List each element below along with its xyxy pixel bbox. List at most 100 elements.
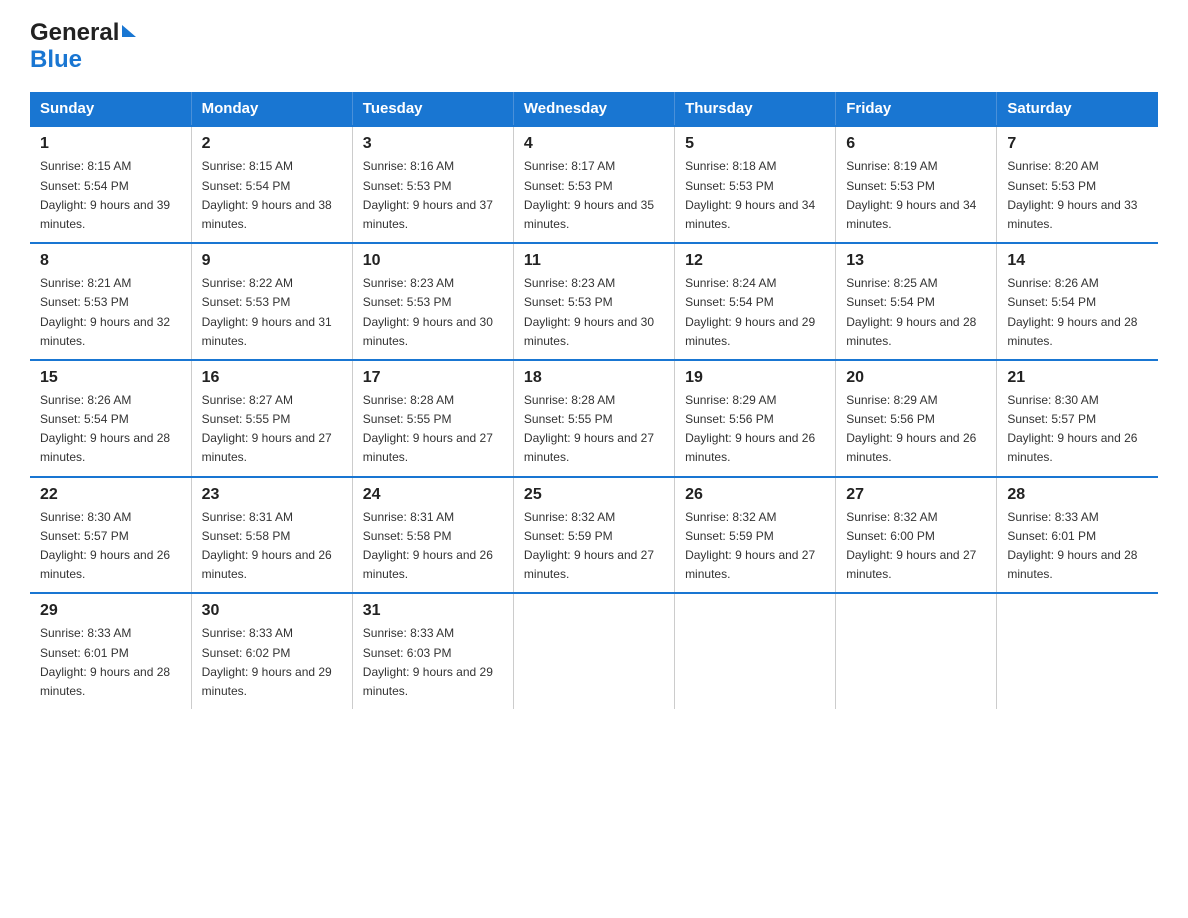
week-row-2: 8Sunrise: 8:21 AMSunset: 5:53 PMDaylight… [30,243,1158,360]
logo-blue: Blue [30,46,82,74]
day-number: 18 [524,369,664,387]
calendar-cell: 25Sunrise: 8:32 AMSunset: 5:59 PMDayligh… [513,477,674,594]
calendar-cell: 7Sunrise: 8:20 AMSunset: 5:53 PMDaylight… [997,126,1158,243]
day-info: Sunrise: 8:16 AMSunset: 5:53 PMDaylight:… [363,157,503,234]
day-number: 10 [363,252,503,270]
header: General Blue [30,20,1158,74]
day-number: 24 [363,486,503,504]
header-day-sunday: Sunday [30,92,191,126]
calendar-cell [997,593,1158,709]
day-number: 6 [846,135,986,153]
header-day-wednesday: Wednesday [513,92,674,126]
day-info: Sunrise: 8:20 AMSunset: 5:53 PMDaylight:… [1007,157,1148,234]
calendar-cell [836,593,997,709]
header-day-monday: Monday [191,92,352,126]
day-number: 3 [363,135,503,153]
day-number: 21 [1007,369,1148,387]
header-day-saturday: Saturday [997,92,1158,126]
day-info: Sunrise: 8:27 AMSunset: 5:55 PMDaylight:… [202,391,342,468]
calendar-cell: 4 Sunrise: 8:17 AMSunset: 5:53 PMDaylight… [513,126,674,243]
day-info: Sunrise: 8:15 AMSunset: 5:54 PMDaylight:… [202,157,342,234]
calendar-cell: 11 Sunrise: 8:23 AMSunset: 5:53 PMDayligh… [513,243,674,360]
day-number: 1 [40,135,181,153]
day-number: 5 [685,135,825,153]
calendar-cell: 30Sunrise: 8:33 AMSunset: 6:02 PMDayligh… [191,593,352,709]
calendar-cell: 26 Sunrise: 8:32 AMSunset: 5:59 PMDayligh… [675,477,836,594]
day-info: Sunrise: 8:28 AMSunset: 5:55 PMDaylight:… [363,391,503,468]
calendar-cell: 20 Sunrise: 8:29 AMSunset: 5:56 PMDayligh… [836,360,997,477]
header-row: SundayMondayTuesdayWednesdayThursdayFrid… [30,92,1158,126]
calendar-body: 1 Sunrise: 8:15 AMSunset: 5:54 PMDaylight… [30,126,1158,709]
calendar-cell: 3 Sunrise: 8:16 AMSunset: 5:53 PMDaylight… [352,126,513,243]
calendar-cell: 15 Sunrise: 8:26 AMSunset: 5:54 PMDayligh… [30,360,191,477]
day-info: Sunrise: 8:32 AMSunset: 5:59 PMDaylight:… [524,508,664,585]
day-info: Sunrise: 8:32 AMSunset: 5:59 PMDaylight:… [685,508,825,585]
header-day-thursday: Thursday [675,92,836,126]
week-row-1: 1 Sunrise: 8:15 AMSunset: 5:54 PMDaylight… [30,126,1158,243]
day-info: Sunrise: 8:24 AMSunset: 5:54 PMDaylight:… [685,274,825,351]
day-number: 23 [202,486,342,504]
calendar-cell: 19 Sunrise: 8:29 AMSunset: 5:56 PMDayligh… [675,360,836,477]
calendar-cell: 18 Sunrise: 8:28 AMSunset: 5:55 PMDayligh… [513,360,674,477]
calendar-cell: 14 Sunrise: 8:26 AMSunset: 5:54 PMDayligh… [997,243,1158,360]
day-number: 22 [40,486,181,504]
day-info: Sunrise: 8:17 AMSunset: 5:53 PMDaylight:… [524,157,664,234]
calendar-cell: 23 Sunrise: 8:31 AMSunset: 5:58 PMDayligh… [191,477,352,594]
calendar-cell: 24 Sunrise: 8:31 AMSunset: 5:58 PMDayligh… [352,477,513,594]
calendar-table: SundayMondayTuesdayWednesdayThursdayFrid… [30,92,1158,709]
calendar-cell: 6 Sunrise: 8:19 AMSunset: 5:53 PMDaylight… [836,126,997,243]
day-info: Sunrise: 8:29 AMSunset: 5:56 PMDaylight:… [685,391,825,468]
day-info: Sunrise: 8:19 AMSunset: 5:53 PMDaylight:… [846,157,986,234]
day-info: Sunrise: 8:23 AMSunset: 5:53 PMDaylight:… [524,274,664,351]
calendar-cell: 27Sunrise: 8:32 AMSunset: 6:00 PMDayligh… [836,477,997,594]
calendar-cell: 28Sunrise: 8:33 AMSunset: 6:01 PMDayligh… [997,477,1158,594]
calendar-cell: 8Sunrise: 8:21 AMSunset: 5:53 PMDaylight… [30,243,191,360]
calendar-cell [675,593,836,709]
day-number: 9 [202,252,342,270]
week-row-3: 15 Sunrise: 8:26 AMSunset: 5:54 PMDayligh… [30,360,1158,477]
day-number: 31 [363,602,503,620]
day-info: Sunrise: 8:31 AMSunset: 5:58 PMDaylight:… [363,508,503,585]
day-number: 19 [685,369,825,387]
day-info: Sunrise: 8:28 AMSunset: 5:55 PMDaylight:… [524,391,664,468]
day-number: 16 [202,369,342,387]
calendar-cell: 21Sunrise: 8:30 AMSunset: 5:57 PMDayligh… [997,360,1158,477]
day-info: Sunrise: 8:33 AMSunset: 6:02 PMDaylight:… [202,624,342,701]
day-number: 4 [524,135,664,153]
day-info: Sunrise: 8:32 AMSunset: 6:00 PMDaylight:… [846,508,986,585]
day-info: Sunrise: 8:15 AMSunset: 5:54 PMDaylight:… [40,157,181,234]
week-row-4: 22 Sunrise: 8:30 AMSunset: 5:57 PMDayligh… [30,477,1158,594]
calendar-header: SundayMondayTuesdayWednesdayThursdayFrid… [30,92,1158,126]
logo-arrow-icon [122,25,136,37]
day-info: Sunrise: 8:30 AMSunset: 5:57 PMDaylight:… [40,508,181,585]
day-info: Sunrise: 8:29 AMSunset: 5:56 PMDaylight:… [846,391,986,468]
day-number: 14 [1007,252,1148,270]
header-day-tuesday: Tuesday [352,92,513,126]
day-info: Sunrise: 8:31 AMSunset: 5:58 PMDaylight:… [202,508,342,585]
day-info: Sunrise: 8:22 AMSunset: 5:53 PMDaylight:… [202,274,342,351]
day-number: 11 [524,252,664,270]
calendar-cell: 13Sunrise: 8:25 AMSunset: 5:54 PMDayligh… [836,243,997,360]
day-info: Sunrise: 8:33 AMSunset: 6:01 PMDaylight:… [1007,508,1148,585]
day-number: 15 [40,369,181,387]
logo-line2: Blue [30,46,136,74]
day-info: Sunrise: 8:18 AMSunset: 5:53 PMDaylight:… [685,157,825,234]
calendar-cell: 10Sunrise: 8:23 AMSunset: 5:53 PMDayligh… [352,243,513,360]
day-info: Sunrise: 8:33 AMSunset: 6:01 PMDaylight:… [40,624,181,701]
calendar-cell: 12 Sunrise: 8:24 AMSunset: 5:54 PMDayligh… [675,243,836,360]
calendar-cell: 22 Sunrise: 8:30 AMSunset: 5:57 PMDayligh… [30,477,191,594]
day-info: Sunrise: 8:26 AMSunset: 5:54 PMDaylight:… [1007,274,1148,351]
calendar-cell: 1 Sunrise: 8:15 AMSunset: 5:54 PMDaylight… [30,126,191,243]
day-number: 26 [685,486,825,504]
day-number: 20 [846,369,986,387]
logo-container: General Blue [30,20,136,74]
calendar-cell: 5 Sunrise: 8:18 AMSunset: 5:53 PMDaylight… [675,126,836,243]
calendar-cell: 2 Sunrise: 8:15 AMSunset: 5:54 PMDaylight… [191,126,352,243]
day-number: 2 [202,135,342,153]
day-info: Sunrise: 8:25 AMSunset: 5:54 PMDaylight:… [846,274,986,351]
day-info: Sunrise: 8:26 AMSunset: 5:54 PMDaylight:… [40,391,181,468]
day-number: 29 [40,602,181,620]
calendar-cell: 31Sunrise: 8:33 AMSunset: 6:03 PMDayligh… [352,593,513,709]
day-number: 8 [40,252,181,270]
day-number: 12 [685,252,825,270]
